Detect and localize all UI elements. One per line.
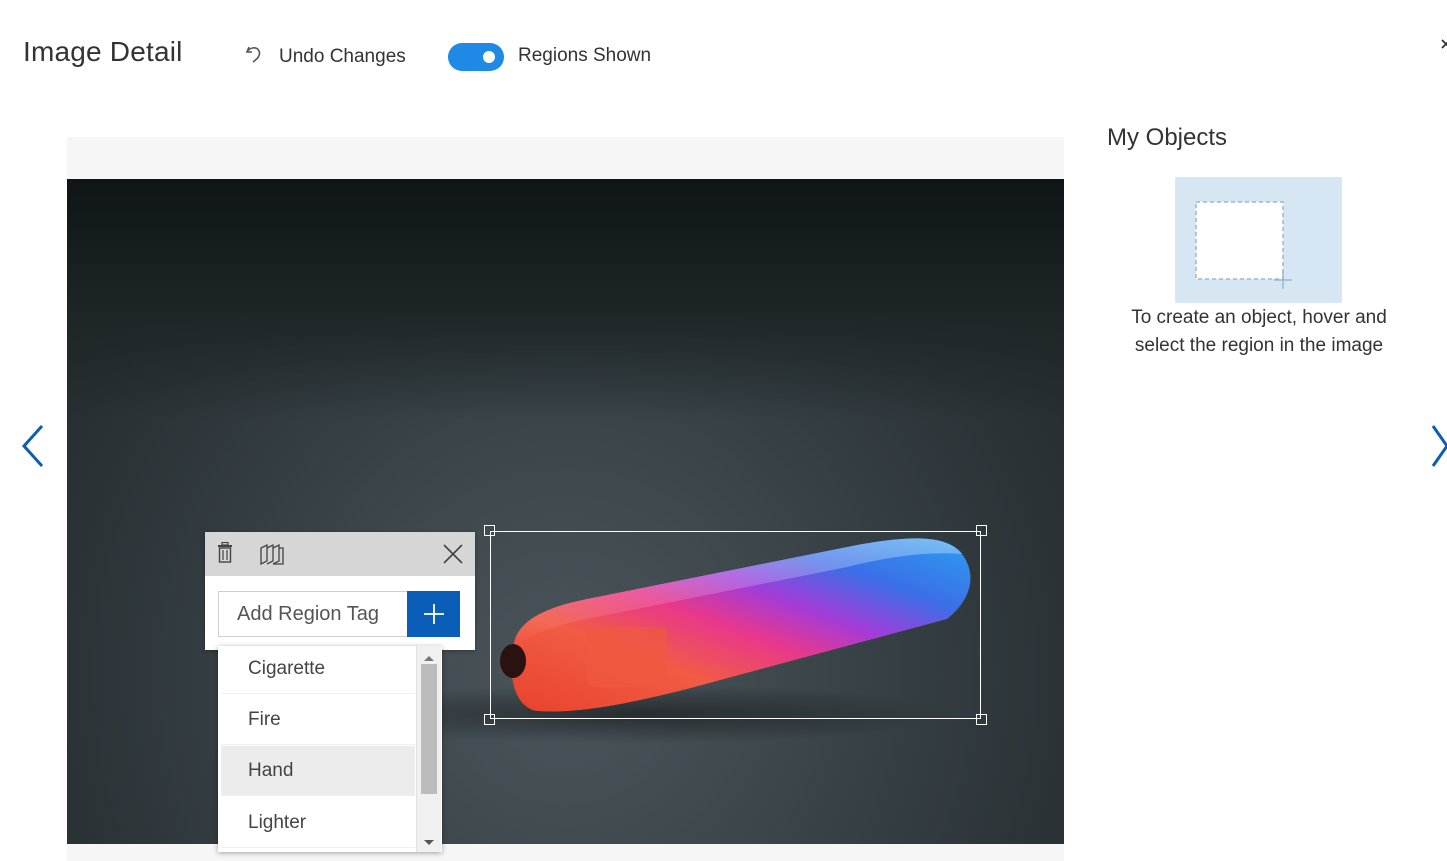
resize-handle-top-right[interactable]: [976, 525, 987, 536]
close-icon[interactable]: [1438, 34, 1447, 67]
tag-option-cigarette[interactable]: Cigarette: [221, 646, 415, 694]
dropdown-scrollbar[interactable]: [416, 646, 441, 852]
popup-toolbar: [205, 532, 475, 576]
lighter-photo: [297, 538, 971, 744]
resize-handle-bottom-left[interactable]: [484, 714, 495, 725]
regions-shown-toggle[interactable]: [448, 43, 504, 71]
copy-pages-icon[interactable]: [259, 543, 285, 570]
tag-option-lighter[interactable]: Lighter: [221, 798, 415, 848]
scrollbar-thumb[interactable]: [421, 664, 437, 794]
region-tag-popup: [205, 532, 475, 650]
image-bottom-strip: [67, 844, 1064, 861]
create-object-illustration: [1175, 177, 1342, 303]
undo-icon: [243, 43, 265, 72]
toggle-knob: [483, 51, 495, 63]
popup-close-icon[interactable]: [442, 543, 464, 570]
undo-changes-button[interactable]: Undo Changes: [243, 43, 406, 71]
my-objects-title: My Objects: [1107, 124, 1228, 151]
regions-shown-label: Regions Shown: [518, 45, 652, 66]
chevron-left-icon[interactable]: [18, 424, 48, 473]
resize-handle-top-left[interactable]: [484, 525, 495, 536]
tag-option-hand[interactable]: Hand: [221, 746, 415, 796]
scroll-down-icon[interactable]: [423, 834, 435, 852]
undo-changes-label: Undo Changes: [279, 46, 406, 67]
tag-option-fire[interactable]: Fire: [221, 695, 415, 745]
add-region-tag-input[interactable]: [218, 591, 408, 637]
plus-icon: [423, 603, 445, 630]
chevron-right-icon[interactable]: [1431, 424, 1447, 473]
add-tag-button[interactable]: [407, 591, 460, 637]
region-bounding-box[interactable]: [484, 525, 987, 725]
resize-handle-bottom-right[interactable]: [976, 714, 987, 725]
page-title: Image Detail: [23, 36, 183, 67]
dashed-region-plus-icon: [1195, 201, 1292, 289]
tag-suggestions-list: Cigarette Fire Hand Lighter: [218, 646, 442, 852]
image-top-strip: [67, 137, 1064, 179]
trash-icon[interactable]: [217, 541, 233, 569]
image-canvas[interactable]: [67, 179, 1064, 844]
create-object-hint: To create an object, hover and select th…: [1131, 307, 1387, 356]
